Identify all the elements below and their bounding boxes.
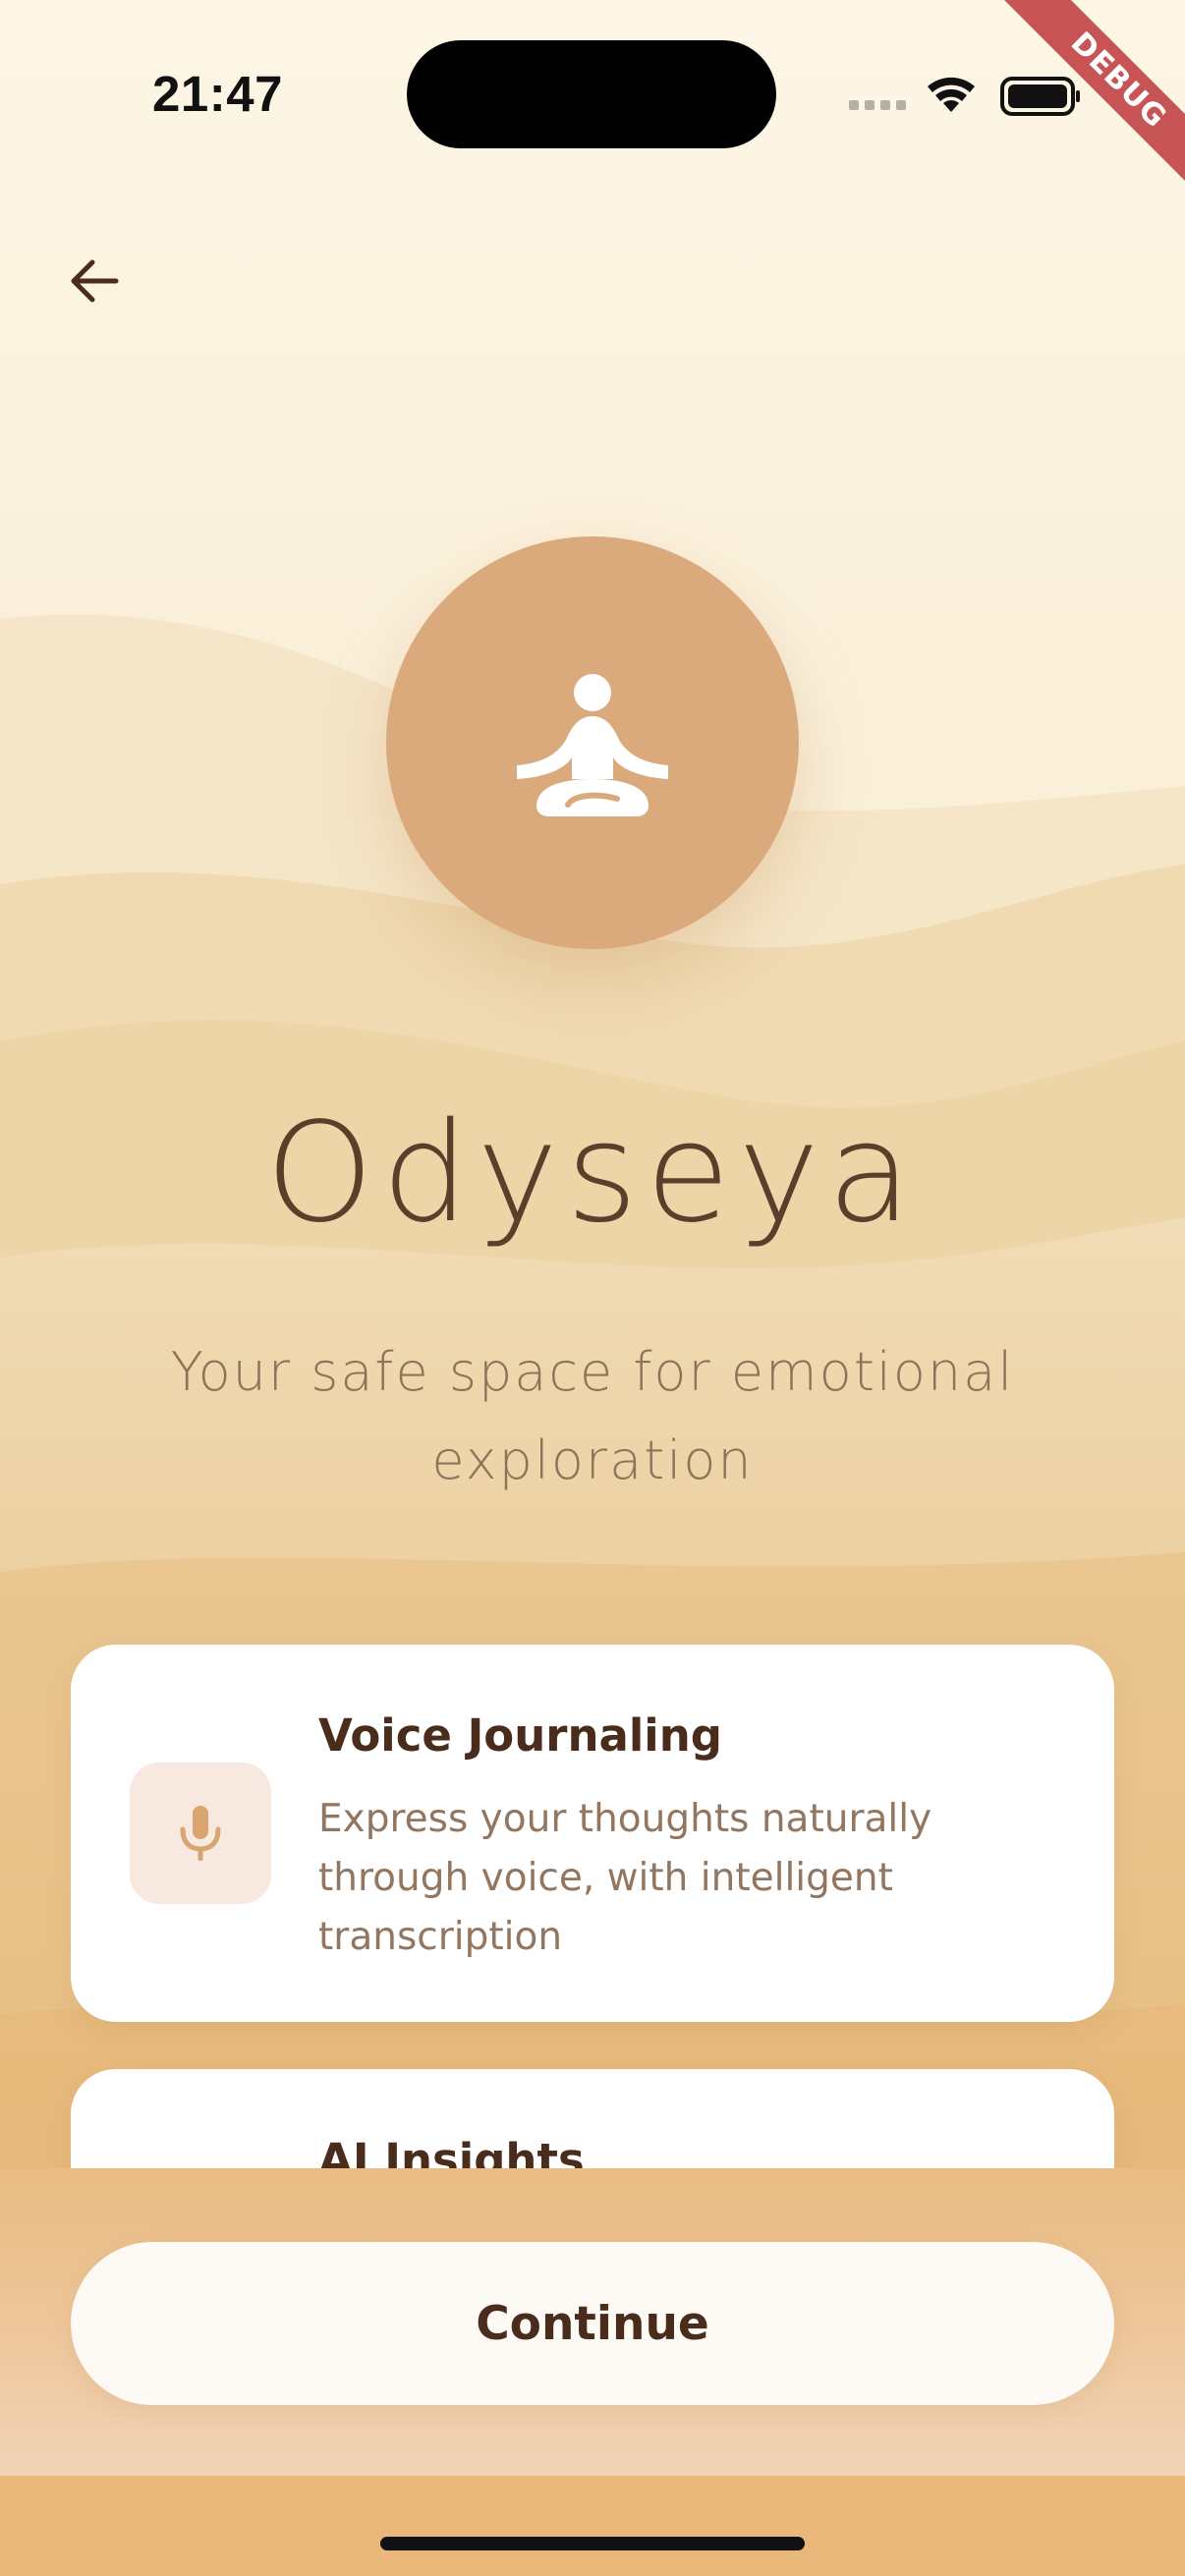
home-indicator[interactable]	[380, 2537, 805, 2550]
continue-button-label: Continue	[476, 2296, 709, 2351]
status-time: 21:47	[152, 66, 283, 122]
tagline: Your safe space for emotional exploratio…	[170, 1341, 1015, 1491]
back-button[interactable]	[47, 234, 141, 328]
feature-card-voice-journaling: Voice Journaling Express your thoughts n…	[71, 1645, 1114, 2022]
microphone-icon	[180, 1806, 221, 1861]
bottom-safe-area	[0, 2476, 1185, 2576]
cellular-signal-icon	[849, 100, 906, 110]
debug-banner: DEBUG	[988, 0, 1185, 196]
feature-description: Express your thoughts naturally through …	[318, 1797, 932, 1959]
meditation-person-icon	[517, 674, 668, 816]
arrow-left-icon	[71, 259, 119, 303]
app-title: Odyseya	[265, 1093, 920, 1254]
continue-button[interactable]: Continue	[71, 2242, 1114, 2405]
app-logo	[386, 536, 799, 949]
dynamic-island	[407, 40, 776, 148]
feature-icon-box	[130, 1763, 271, 1904]
wifi-icon	[928, 77, 975, 112]
feature-title: Voice Journaling	[318, 1709, 722, 1762]
debug-banner-label: DEBUG	[996, 0, 1185, 196]
